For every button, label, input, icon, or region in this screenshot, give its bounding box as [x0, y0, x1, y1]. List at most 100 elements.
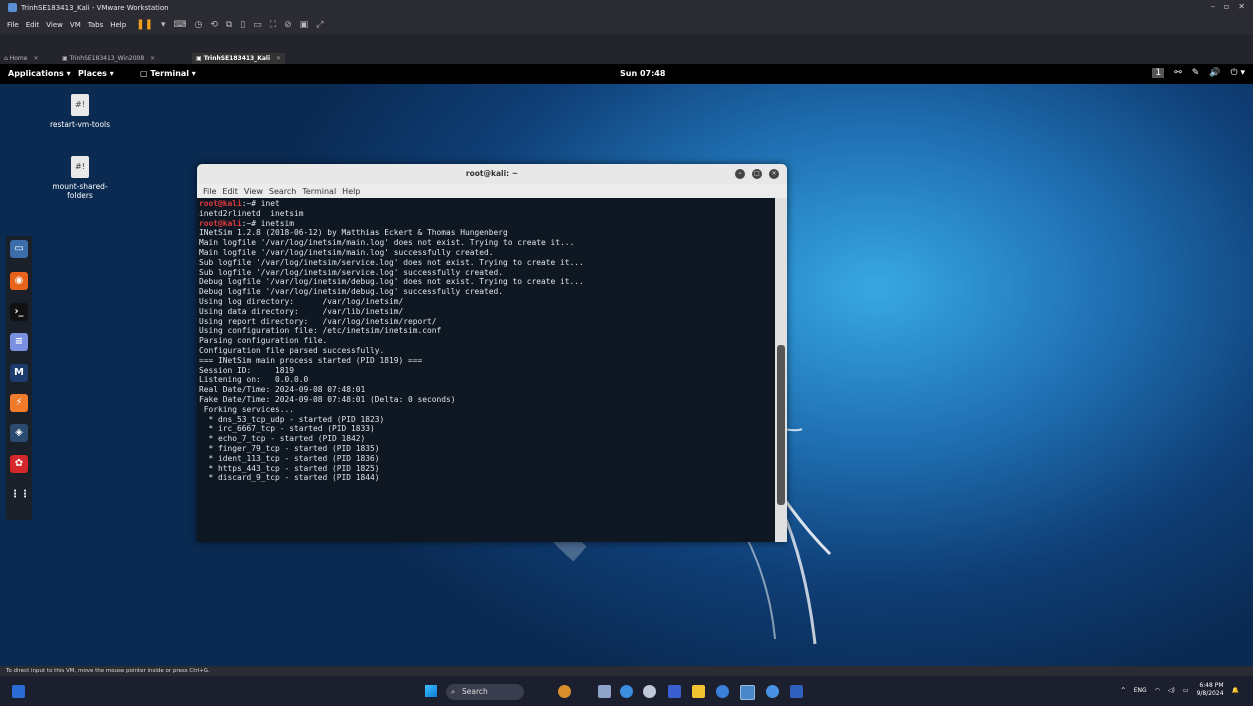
terminal-scrollbar[interactable] [775, 198, 787, 542]
tab-kali[interactable]: ▣ TrinhSE183413_Kali ✕ [192, 53, 286, 64]
power-icon[interactable]: ⏻ ▾ [1231, 68, 1246, 78]
terminal-line: Session ID: 1819 [199, 365, 295, 375]
dropdown-icon[interactable]: ▾ [161, 20, 166, 30]
close-icon[interactable]: ✕ [769, 169, 779, 179]
terminal-line: Parsing configuration file. [199, 336, 328, 346]
desktop-icon-label: restart-vm-tools [49, 120, 111, 129]
task-view-icon[interactable] [598, 685, 611, 698]
desktop-icon-restart-vm-tools[interactable]: #! restart-vm-tools [40, 94, 120, 129]
terminal-titlebar[interactable]: root@kali: ~ – □ ✕ [197, 164, 787, 184]
terminal-line: Using log directory: /var/log/inetsim/ [199, 296, 404, 306]
word-icon[interactable] [790, 685, 803, 698]
browser-icon[interactable] [766, 685, 779, 698]
close-icon[interactable]: ✕ [150, 55, 155, 62]
burpsuite-icon[interactable]: ⚡ [10, 394, 28, 412]
terminal-line: === INetSim main process started (PID 18… [199, 355, 423, 365]
unity-icon[interactable]: ⊘ [284, 20, 292, 30]
text-editor-icon[interactable]: ≡ [10, 333, 28, 351]
widgets-icon[interactable] [558, 685, 571, 698]
terminal-menu-search[interactable]: Search [269, 187, 296, 196]
language-indicator[interactable]: ENG [1134, 687, 1147, 694]
terminal-line: Debug logfile '/var/log/inetsim/debug.lo… [199, 277, 584, 287]
terminal-line: * irc_6667_tcp - started (PID 1833) [199, 424, 375, 434]
visual-studio-icon[interactable] [668, 685, 681, 698]
volume-icon[interactable]: 🔊 [1209, 68, 1220, 78]
thumbnail-icon[interactable]: ▭ [253, 20, 262, 30]
notification-bell-icon[interactable]: 🔔 [1232, 687, 1239, 694]
vmware-taskbar-icon[interactable] [12, 685, 25, 698]
menu-tabs[interactable]: Tabs [88, 21, 104, 29]
pause-icon[interactable]: ❚❚ [136, 19, 153, 30]
metasploit-icon[interactable]: M [10, 364, 28, 382]
minimize-icon[interactable]: – [735, 169, 745, 179]
wifi-icon[interactable]: ◠ [1155, 687, 1160, 694]
terminal-window[interactable]: root@kali: ~ – □ ✕ File Edit View Search… [197, 164, 787, 542]
speaker-icon[interactable]: ◁) [1168, 687, 1175, 694]
menu-help[interactable]: Help [110, 21, 126, 29]
armitage-icon[interactable]: ◈ [10, 424, 28, 442]
menu-edit[interactable]: Edit [26, 21, 40, 29]
network-icon[interactable]: ⚯ [1174, 68, 1182, 78]
cherrytree-icon[interactable]: ✿ [10, 455, 28, 473]
maximize-icon[interactable]: ▫ [1224, 2, 1229, 11]
windows-start-icon[interactable] [425, 685, 437, 697]
library-icon[interactable]: ▯ [240, 20, 245, 30]
terminal-menu-view[interactable]: View [244, 187, 263, 196]
console-view-icon[interactable]: ▣ [300, 20, 309, 30]
taskbar-search[interactable]: ⌕ Search [446, 684, 524, 700]
vmware-status-bar: To direct input to this VM, move the mou… [0, 666, 1253, 676]
vmware-menubar: File Edit View VM Tabs Help ❚❚ ▾ ⌨ ◷ ⟲ ⧉… [0, 15, 1253, 34]
chrome-icon[interactable] [716, 685, 729, 698]
tab-home[interactable]: ⌂ Home ✕ [0, 53, 42, 64]
terminal-line: * ident_113_tcp - started (PID 1836) [199, 453, 380, 463]
revert-snapshot-icon[interactable]: ⟲ [210, 20, 218, 30]
stretch-icon[interactable]: ⤢ [316, 20, 323, 30]
desktop-icon-mount-shared-folders[interactable]: #! mount-shared-folders [40, 156, 120, 200]
settings-icon[interactable] [643, 685, 656, 698]
taskbar-date: 9/8/2024 [1196, 690, 1224, 697]
terminal-output[interactable]: root@kali:~# inet inetd2rlinetd inetsim … [197, 198, 775, 542]
vmware-active-icon[interactable] [740, 685, 755, 700]
terminal-menu-edit[interactable]: Edit [222, 187, 238, 196]
file-explorer-icon[interactable] [692, 685, 705, 698]
close-icon[interactable]: ✕ [33, 55, 38, 62]
terminal-line: Main logfile '/var/log/inetsim/main.log'… [199, 247, 494, 257]
send-ctrl-alt-del-icon[interactable]: ⌨ [174, 20, 187, 30]
edge-icon[interactable] [620, 685, 633, 698]
clock[interactable]: Sun 07:48 [620, 69, 665, 78]
snapshot-manager-icon[interactable]: ⧉ [226, 20, 232, 30]
menu-vm[interactable]: VM [70, 21, 81, 29]
show-applications-icon[interactable]: ⋮⋮ [10, 486, 30, 504]
window-controls: – ▫ ✕ [1211, 2, 1245, 11]
applications-menu[interactable]: Applications ▾ [8, 69, 71, 78]
minimize-icon[interactable]: – [1211, 2, 1215, 11]
terminal-icon[interactable]: ›_ [10, 303, 28, 321]
tab-label: TrinhSE183413_Win2008 [69, 55, 145, 62]
scrollbar-thumb[interactable] [777, 345, 785, 505]
firefox-icon[interactable]: ◉ [10, 272, 28, 290]
fullscreen-icon[interactable]: ⛶ [270, 20, 276, 30]
maximize-icon[interactable]: □ [752, 169, 762, 179]
menu-file[interactable]: File [7, 21, 19, 29]
close-icon[interactable]: ✕ [276, 55, 281, 62]
battery-icon[interactable]: ▭ [1183, 687, 1189, 694]
taskbar-clock[interactable]: 6:48 PM 9/8/2024 [1197, 682, 1224, 698]
terminal-line: INetSim 1.2.8 (2018-06-12) by Matthias E… [199, 228, 508, 238]
terminal-line: Using configuration file: /etc/inetsim/i… [199, 326, 442, 336]
menu-view[interactable]: View [46, 21, 63, 29]
tool-icon[interactable]: ✎ [1192, 68, 1200, 78]
close-icon[interactable]: ✕ [1238, 2, 1245, 11]
snapshot-icon[interactable]: ◷ [195, 20, 203, 30]
workspace-indicator[interactable]: 1 [1152, 68, 1165, 78]
terminal-menu-help[interactable]: Help [342, 187, 360, 196]
tab-win2008[interactable]: ▣ TrinhSE183413_Win2008 ✕ [58, 53, 159, 64]
terminal-menu-file[interactable]: File [203, 187, 216, 196]
terminal-menu[interactable]: ▢ Terminal ▾ [140, 69, 196, 78]
chevron-up-icon[interactable]: ^ [1121, 687, 1126, 694]
terminal-line: * https_443_tcp - started (PID 1825) [199, 463, 380, 473]
files-icon[interactable]: ▭ [10, 240, 28, 258]
kali-desktop: #! restart-vm-tools #! mount-shared-fold… [0, 84, 1253, 666]
terminal-menu-terminal[interactable]: Terminal [302, 187, 336, 196]
places-menu[interactable]: Places ▾ [78, 69, 114, 78]
terminal-prompt: root@kali [199, 199, 242, 208]
